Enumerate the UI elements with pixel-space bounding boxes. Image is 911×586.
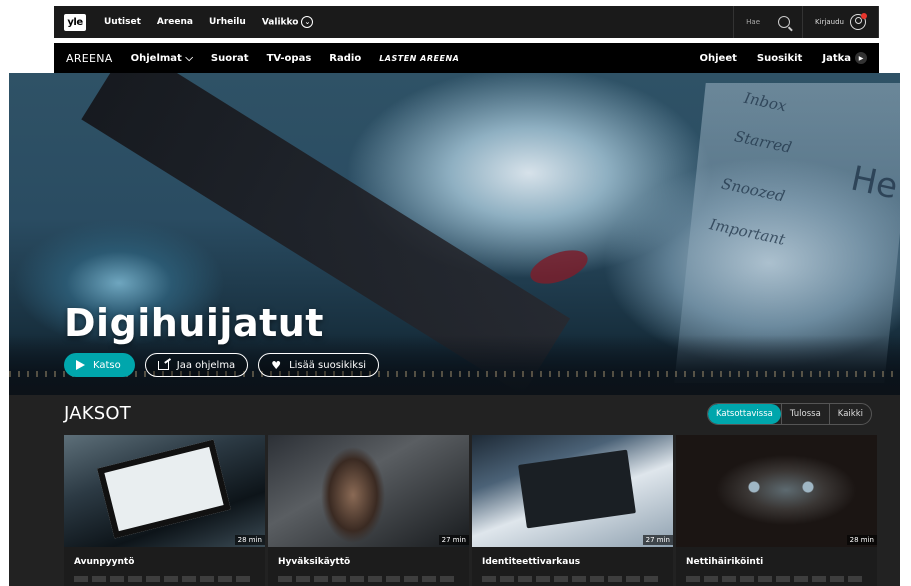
episode-description-placeholder bbox=[74, 576, 254, 582]
duration-badge: 28 min bbox=[234, 535, 265, 545]
episodes-heading: JAKSOT bbox=[64, 403, 131, 424]
login-label: Kirjaudu bbox=[815, 18, 844, 26]
episode-title: Avunpyyntö bbox=[74, 557, 135, 567]
share-icon bbox=[157, 360, 169, 370]
episode-description-placeholder bbox=[278, 576, 458, 582]
chevron-down-icon: ⌄ bbox=[301, 16, 314, 28]
play-icon: ▶ bbox=[855, 52, 867, 64]
episode-card[interactable]: 28 min Avunpyyntö bbox=[64, 435, 265, 586]
areena-brand[interactable]: AREENA bbox=[66, 52, 113, 65]
heart-icon: ♥ bbox=[271, 358, 282, 372]
episode-card[interactable]: 27 min Hyväksikäyttö bbox=[268, 435, 469, 586]
duration-badge: 27 min bbox=[438, 535, 469, 545]
nav-item-suosikit[interactable]: Suosikit bbox=[757, 53, 802, 64]
nav-item-ohjeet[interactable]: Ohjeet bbox=[700, 53, 737, 64]
valikko-menu[interactable]: Valikko ⌄ bbox=[262, 16, 314, 28]
search-button[interactable]: Hae bbox=[733, 6, 802, 38]
nav-item-radio[interactable]: Radio bbox=[329, 53, 361, 64]
hero-actions: Katso Jaa ohjelma ♥ Lisää suosikiksi bbox=[64, 353, 380, 377]
episode-card[interactable]: 27 min Identiteettivarkaus bbox=[472, 435, 673, 586]
thumbnail-screen-shape bbox=[518, 449, 636, 529]
thumbnail-tablet-shape bbox=[97, 439, 231, 539]
episode-title: Hyväksikäyttö bbox=[278, 557, 351, 567]
duration-badge: 27 min bbox=[642, 535, 673, 545]
episode-title: Identiteettivarkaus bbox=[482, 557, 581, 567]
episode-cards: 28 min Avunpyyntö 27 min Hyväksikäyttö 2… bbox=[64, 435, 877, 586]
episode-card[interactable]: 28 min Nettihäiriköinti bbox=[676, 435, 877, 586]
episodes-section: JAKSOT Katsottavissa Tulossa Kaikki 28 m… bbox=[9, 395, 900, 586]
add-favorite-button[interactable]: ♥ Lisää suosikiksi bbox=[258, 353, 380, 377]
yle-top-nav: Uutiset Areena Urheilu Valikko ⌄ bbox=[104, 16, 314, 28]
thumbnail-eyes-shape bbox=[736, 480, 826, 494]
top-right-tools: Hae Kirjaudu bbox=[733, 6, 879, 38]
login-button[interactable]: Kirjaudu bbox=[802, 6, 879, 38]
favorite-label: Lisää suosikiksi bbox=[289, 359, 367, 371]
yle-top-bar: yle Uutiset Areena Urheilu Valikko ⌄ Hae … bbox=[54, 6, 879, 38]
yle-logo[interactable]: yle bbox=[64, 13, 86, 31]
nav-item-lasten-areena[interactable]: LASTEN AREENA bbox=[379, 54, 459, 63]
episode-title: Nettihäiriköinti bbox=[686, 557, 764, 567]
nav-item-tv-opas[interactable]: TV-opas bbox=[267, 53, 312, 64]
areena-nav-bar: AREENA Ohjelmat ⌵ Suorat TV-opas Radio L… bbox=[54, 43, 879, 73]
episode-description-placeholder bbox=[482, 576, 662, 582]
nav-item-ohjelmat[interactable]: Ohjelmat ⌵ bbox=[131, 53, 193, 64]
nav-link-areena[interactable]: Areena bbox=[157, 17, 193, 27]
hero-banner: Inbox Starred Snoozed Important He Digih… bbox=[9, 73, 900, 395]
user-icon bbox=[850, 13, 867, 30]
episode-thumbnail: 28 min bbox=[64, 435, 265, 547]
episode-thumbnail: 28 min bbox=[676, 435, 877, 547]
search-label: Hae bbox=[746, 18, 761, 26]
hero-title: Digihuijatut bbox=[64, 301, 324, 345]
tab-kaikki[interactable]: Kaikki bbox=[828, 404, 871, 424]
areena-nav-right: Ohjeet Suosikit Jatka ▶ bbox=[700, 52, 867, 64]
valikko-label: Valikko bbox=[261, 17, 299, 28]
nav-link-uutiset[interactable]: Uutiset bbox=[104, 17, 141, 27]
jatka-label: Jatka bbox=[822, 53, 851, 64]
episode-description-placeholder bbox=[686, 576, 866, 582]
episode-thumbnail: 27 min bbox=[472, 435, 673, 547]
nav-item-jatka[interactable]: Jatka ▶ bbox=[822, 52, 867, 64]
tab-katsottavissa[interactable]: Katsottavissa bbox=[707, 404, 781, 424]
ohjelmat-label: Ohjelmat bbox=[130, 52, 182, 64]
chevron-down-icon: ⌵ bbox=[185, 52, 193, 64]
tab-tulossa[interactable]: Tulossa bbox=[780, 404, 829, 424]
search-icon bbox=[778, 16, 791, 28]
page: yle Uutiset Areena Urheilu Valikko ⌄ Hae … bbox=[0, 0, 911, 586]
watch-label: Katso bbox=[93, 359, 121, 371]
share-label: Jaa ohjelma bbox=[176, 359, 236, 371]
duration-badge: 28 min bbox=[846, 535, 877, 545]
nav-item-suorat[interactable]: Suorat bbox=[211, 53, 249, 64]
areena-nav-left: AREENA Ohjelmat ⌵ Suorat TV-opas Radio L… bbox=[66, 52, 459, 65]
share-button[interactable]: Jaa ohjelma bbox=[144, 353, 249, 377]
episode-filter-tabs: Katsottavissa Tulossa Kaikki bbox=[706, 403, 872, 425]
hero-fingernail-shape bbox=[526, 243, 592, 291]
nav-link-urheilu[interactable]: Urheilu bbox=[209, 17, 246, 27]
watch-button[interactable]: Katso bbox=[64, 353, 135, 377]
play-icon bbox=[76, 360, 85, 370]
episode-thumbnail: 27 min bbox=[268, 435, 469, 547]
